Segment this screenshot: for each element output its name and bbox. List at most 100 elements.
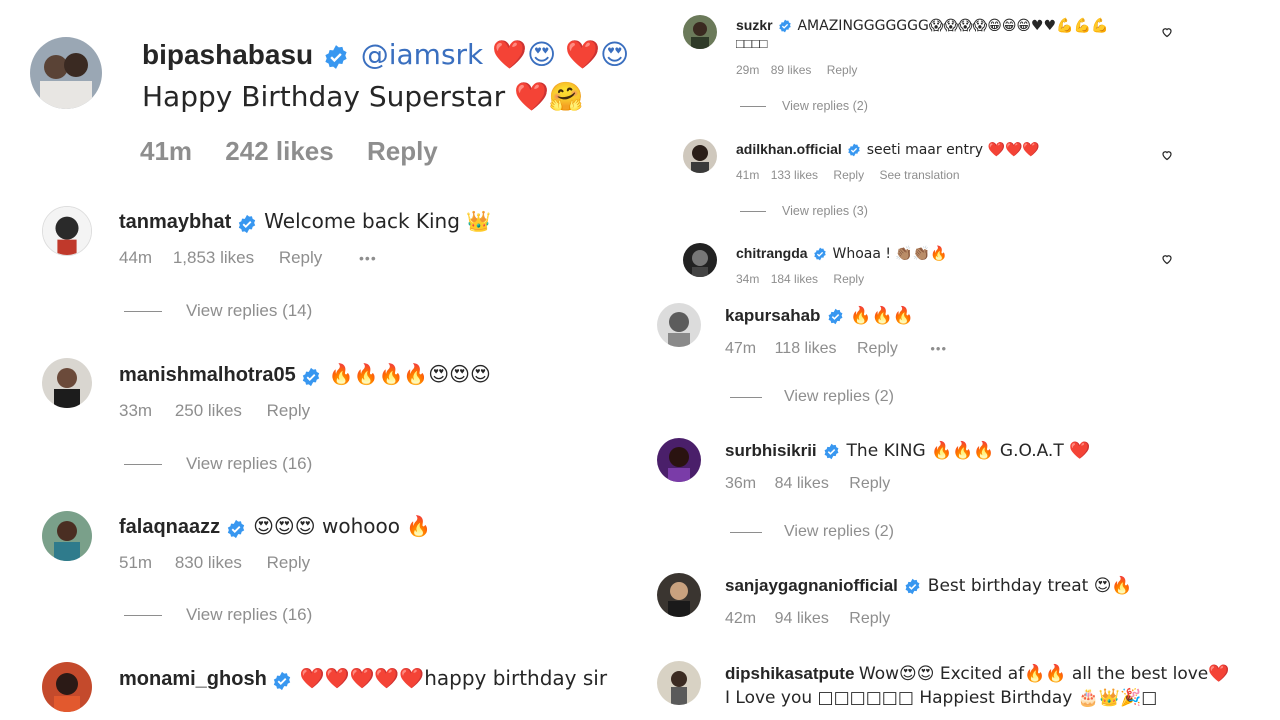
timestamp: 44m xyxy=(119,248,153,267)
comment-monami_ghosh: monami_ghosh ❤️❤️❤️❤️❤️happy birthday si… xyxy=(0,650,660,720)
verified-badge-icon xyxy=(226,519,246,539)
avatar[interactable] xyxy=(657,438,701,482)
comment-text: Best birthday treat 😍🔥 xyxy=(927,576,1133,596)
like-heart-icon[interactable] xyxy=(1161,253,1173,265)
username[interactable]: dipshikasatpute xyxy=(725,664,854,683)
view-replies-button[interactable]: View replies (3) xyxy=(740,204,868,218)
username[interactable]: manishmalhotra05 xyxy=(119,364,296,386)
username[interactable]: kapursahab xyxy=(725,306,820,325)
comment-meta: 34m 184 likes Reply xyxy=(736,272,864,286)
timestamp: 34m xyxy=(736,272,760,286)
comment-meta: 41m 242 likes Reply xyxy=(140,136,438,167)
comment-text: 🔥🔥🔥🔥😍😍😍 xyxy=(328,362,491,386)
likes-count[interactable]: 242 likes xyxy=(225,136,333,166)
likes-count[interactable]: 133 likes xyxy=(771,168,818,182)
comment-suzkr: suzkr AMAZINGGGGGGG😱😱😱😱😁😁😁♥♥💪💪💪 □□□□ 29m… xyxy=(670,0,1190,125)
username[interactable]: surbhisikrii xyxy=(725,441,817,460)
verified-badge-icon xyxy=(904,578,921,595)
comment-text: Whoaa ! 👏🏽👏🏽🔥 xyxy=(832,246,948,262)
view-replies-label: View replies (2) xyxy=(784,523,894,540)
reply-button[interactable]: Reply xyxy=(827,63,858,77)
divider-line xyxy=(730,396,762,398)
view-replies-button[interactable]: View replies (16) xyxy=(124,454,312,474)
likes-count[interactable]: 1,853 likes xyxy=(173,248,254,267)
verified-badge-icon xyxy=(813,247,827,261)
username[interactable]: chitrangda xyxy=(736,245,808,261)
username[interactable]: adilkhan.official xyxy=(736,141,842,157)
avatar[interactable] xyxy=(42,511,92,561)
avatar[interactable] xyxy=(30,37,102,109)
comment-text: The KING 🔥🔥🔥 G.O.A.T ❤️ xyxy=(846,441,1091,461)
reply-button[interactable]: Reply xyxy=(849,610,890,627)
likes-count[interactable]: 118 likes xyxy=(775,340,837,357)
username[interactable]: sanjaygagnaniofficial xyxy=(725,576,898,595)
comment-meta: 36m 84 likes Reply xyxy=(725,475,890,493)
reply-button[interactable]: Reply xyxy=(279,248,322,267)
likes-count[interactable]: 94 likes xyxy=(775,610,829,627)
view-replies-label: View replies (2) xyxy=(784,388,894,405)
verified-badge-icon xyxy=(827,308,844,325)
divider-line xyxy=(740,210,766,212)
comment-meta: 51m 830 likes Reply xyxy=(119,553,310,573)
comment-meta: 41m 133 likes Reply See translation xyxy=(736,168,960,182)
username[interactable]: bipashabasu xyxy=(142,39,313,70)
likes-count[interactable]: 830 likes xyxy=(175,553,242,572)
avatar[interactable] xyxy=(683,243,717,277)
comment-manishmalhotra05: manishmalhotra05 🔥🔥🔥🔥😍😍😍 33m 250 likes R… xyxy=(0,345,660,495)
view-replies-label: View replies (14) xyxy=(186,301,313,320)
view-replies-button[interactable]: View replies (2) xyxy=(730,388,894,406)
likes-count[interactable]: 184 likes xyxy=(771,272,818,286)
likes-count[interactable]: 250 likes xyxy=(175,401,242,420)
comment-text: AMAZINGGGGGGG😱😱😱😱😁😁😁♥♥💪💪💪 xyxy=(797,18,1109,34)
view-replies-button[interactable]: View replies (14) xyxy=(124,301,312,321)
verified-badge-icon xyxy=(237,214,257,234)
avatar[interactable] xyxy=(657,573,701,617)
view-replies-button[interactable]: View replies (2) xyxy=(740,99,868,113)
reply-button[interactable]: Reply xyxy=(267,553,310,572)
like-heart-icon[interactable] xyxy=(1161,149,1173,161)
comment-sanjaygagnaniofficial: sanjaygagnaniofficial Best birthday trea… xyxy=(640,562,1240,642)
divider-line xyxy=(740,105,766,107)
timestamp: 29m xyxy=(736,63,760,77)
comment-text-line2: I Love you □□□□□□ Happiest Birthday 🎂👑🎉□ xyxy=(725,688,1158,708)
more-options-icon[interactable]: ••• xyxy=(930,341,947,356)
reply-button[interactable]: Reply xyxy=(849,475,890,492)
see-translation-button[interactable]: See translation xyxy=(879,168,959,182)
like-heart-icon[interactable] xyxy=(1161,26,1173,38)
comment-dipshikasatpute: dipshikasatpute Wow😍😍 Excited af🔥🔥 all t… xyxy=(640,650,1280,720)
avatar[interactable] xyxy=(683,139,717,173)
reply-button[interactable]: Reply xyxy=(857,340,898,357)
verified-badge-icon xyxy=(323,44,349,70)
view-replies-button[interactable]: View replies (2) xyxy=(730,523,894,541)
avatar[interactable] xyxy=(657,303,701,347)
comment-kapursahab: kapursahab 🔥🔥🔥 47m 118 likes Reply ••• V… xyxy=(640,292,1240,422)
comment-text: Wow😍😍 Excited af🔥🔥 all the best love❤️ xyxy=(858,664,1230,684)
username[interactable]: falaqnaazz xyxy=(119,516,220,538)
view-replies-button[interactable]: View replies (16) xyxy=(124,605,312,625)
comment-meta: 33m 250 likes Reply xyxy=(119,401,310,421)
username[interactable]: suzkr xyxy=(736,17,773,33)
comment-text-line2: Happy Birthday Superstar ❤️🤗 xyxy=(142,80,584,113)
comment-text-line2: □□□□ xyxy=(736,36,768,51)
avatar[interactable] xyxy=(683,15,717,49)
avatar[interactable] xyxy=(657,661,701,705)
reply-button[interactable]: Reply xyxy=(833,272,864,286)
likes-count[interactable]: 84 likes xyxy=(775,475,829,492)
comment-chitrangda: chitrangda Whoaa ! 👏🏽👏🏽🔥 34m 184 likes R… xyxy=(670,230,1190,292)
more-options-icon[interactable]: ••• xyxy=(359,250,377,266)
view-replies-label: View replies (16) xyxy=(186,605,313,624)
avatar[interactable] xyxy=(42,206,92,256)
divider-line xyxy=(730,531,762,533)
comment-surbhisikrii: surbhisikrii The KING 🔥🔥🔥 G.O.A.T ❤️ 36m… xyxy=(640,427,1240,557)
username[interactable]: tanmaybhat xyxy=(119,211,231,233)
reply-button[interactable]: Reply xyxy=(833,168,864,182)
reply-button[interactable]: Reply xyxy=(267,401,310,420)
username[interactable]: monami_ghosh xyxy=(119,668,267,690)
avatar[interactable] xyxy=(42,662,92,712)
divider-line xyxy=(124,310,162,312)
avatar[interactable] xyxy=(42,358,92,408)
likes-count[interactable]: 89 likes xyxy=(771,63,812,77)
comment-tanmaybhat: tanmaybhat Welcome back King 👑 44m 1,853… xyxy=(0,190,660,340)
reply-button[interactable]: Reply xyxy=(367,136,438,166)
view-replies-label: View replies (3) xyxy=(782,204,868,218)
